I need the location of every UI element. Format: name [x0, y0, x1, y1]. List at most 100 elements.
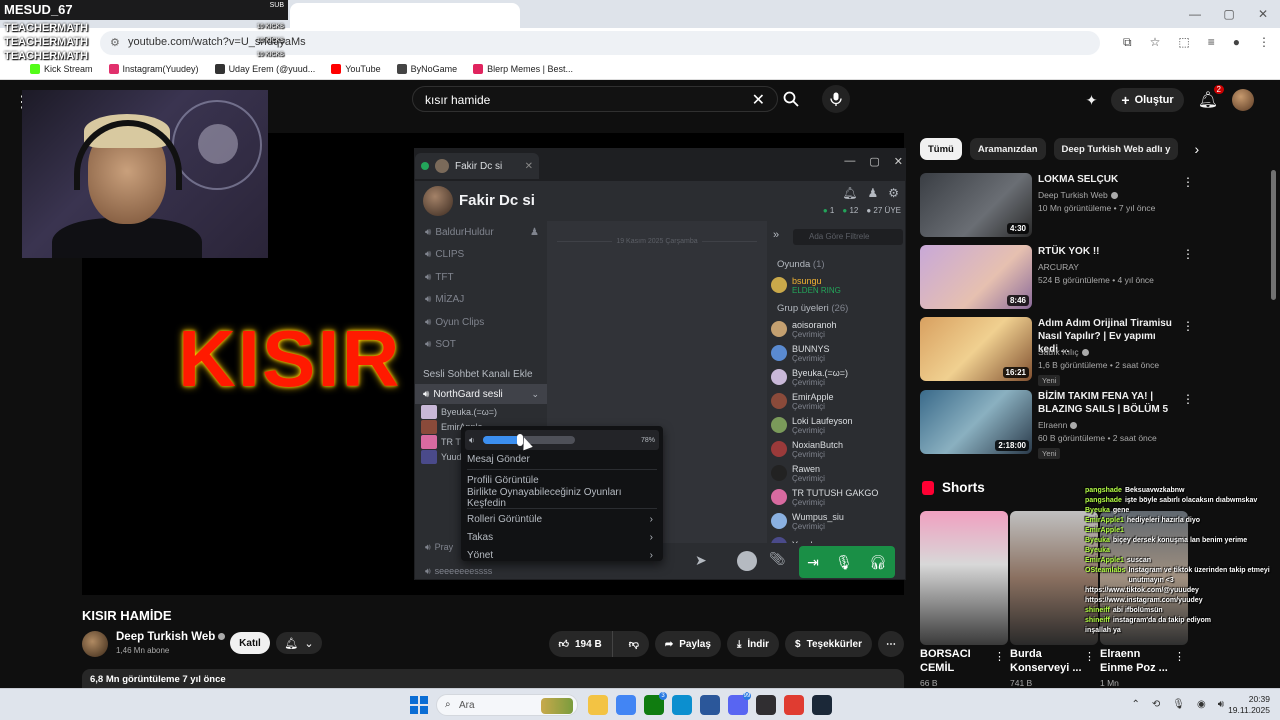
- recommendation-channel[interactable]: Elraenn: [1038, 420, 1078, 430]
- bookmark-item[interactable]: YouTube: [331, 63, 381, 74]
- more-actions-button[interactable]: ⋯: [878, 631, 904, 657]
- notification-bell-icon[interactable]: 🔔︎: [842, 186, 857, 200]
- short-thumbnail[interactable]: [920, 511, 1008, 645]
- channel-item[interactable]: 🔊︎ BaldurHuldur ♟: [415, 221, 547, 244]
- minimize-icon[interactable]: —: [844, 155, 855, 168]
- context-menu-item[interactable]: Takas ›: [465, 528, 659, 546]
- video-thumbnail[interactable]: 4:30: [920, 173, 1032, 237]
- channel-name[interactable]: Deep Turkish Web: [116, 631, 226, 643]
- studio-icon[interactable]: ✦: [1086, 92, 1098, 109]
- member-row[interactable]: Rawen Çevrimiçi: [767, 461, 905, 485]
- short-title[interactable]: BORSACI CEMİL: [920, 647, 992, 675]
- join-button[interactable]: Katıl: [230, 632, 270, 654]
- voice-user[interactable]: Byeuka.(=ω=): [415, 404, 547, 419]
- discord-tab[interactable]: Fakir Dc si ✕: [415, 153, 539, 179]
- invite-icon[interactable]: ♟: [867, 186, 878, 200]
- member-row[interactable]: Wumpus_siu Çevrimiçi: [767, 509, 905, 533]
- subscription-bell-button[interactable]: 🔔︎ ⌄: [276, 632, 322, 654]
- video-thumbnail[interactable]: 2:18:00: [920, 390, 1032, 454]
- maximize-icon[interactable]: ▢: [869, 155, 879, 168]
- tray-chevron-icon[interactable]: ⌃: [1131, 699, 1139, 710]
- member-row[interactable]: Loki Laufeyson Çevrimiçi: [767, 413, 905, 437]
- file-explorer-icon[interactable]: [588, 695, 608, 715]
- active-voice-channel[interactable]: 🔊︎ NorthGard sesli ⌄: [415, 384, 547, 404]
- page-scrollbar[interactable]: [1271, 170, 1276, 300]
- member-row[interactable]: aoisoranoh Çevrimiçi: [767, 317, 905, 341]
- member-row[interactable]: EmirApple Çevrimiçi: [767, 389, 905, 413]
- search-button[interactable]: [778, 86, 804, 112]
- channel-item[interactable]: 🔊︎ CLIPS: [415, 244, 547, 267]
- disconnect-icon[interactable]: ⇥: [807, 554, 819, 571]
- filter-chip[interactable]: Deep Turkish Web adlı y: [1053, 138, 1179, 160]
- member-row[interactable]: bsungu ELDEN RING: [767, 273, 905, 297]
- attachment-icon[interactable]: 📎︎: [769, 551, 786, 571]
- more-vertical-icon[interactable]: ⋮: [1084, 650, 1095, 663]
- more-vertical-icon[interactable]: ⋮: [1174, 650, 1185, 663]
- recommendation-channel[interactable]: ARCURAY: [1038, 262, 1079, 272]
- volume-icon[interactable]: 🔊︎: [1218, 699, 1224, 710]
- short-title[interactable]: Burda Konserveyi ...: [1010, 647, 1082, 675]
- chevron-right-icon[interactable]: ›: [1194, 141, 1199, 157]
- more-vertical-icon[interactable]: ⋮: [1182, 392, 1194, 406]
- server-name[interactable]: Fakir Dc si: [459, 192, 535, 209]
- more-vertical-icon[interactable]: ⋮: [1182, 175, 1194, 189]
- close-icon[interactable]: ✕: [894, 155, 903, 168]
- dislike-button[interactable]: 👎︎: [619, 638, 649, 650]
- member-row[interactable]: TR TUTUSH GAKGO Çevrimiçi: [767, 485, 905, 509]
- settings-gear-icon[interactable]: ⚙: [888, 186, 899, 200]
- description-box[interactable]: 6,8 Mn görüntüleme 7 yıl önce: [82, 669, 904, 688]
- taskbar-clock[interactable]: 20:39 19.11.2025: [1228, 694, 1270, 716]
- member-row[interactable]: NoxianButch Çevrimiçi: [767, 437, 905, 461]
- channel-item[interactable]: 🔊︎ SOT: [415, 334, 547, 357]
- start-button[interactable]: [410, 696, 428, 714]
- close-icon[interactable]: ✕: [1246, 0, 1280, 28]
- more-vertical-icon[interactable]: ⋮: [1182, 247, 1194, 261]
- bookmark-item[interactable]: Instagram(Yuudey): [108, 63, 199, 74]
- thanks-button[interactable]: $ Teşekkürler: [785, 631, 872, 657]
- bookmark-item[interactable]: ByNoGame: [396, 63, 457, 74]
- close-tab-icon[interactable]: ✕: [525, 161, 533, 172]
- channel-item[interactable]: 🔊︎ MİZAJ: [415, 289, 547, 312]
- obs-icon[interactable]: [756, 695, 776, 715]
- network-icon[interactable]: ⟲: [1152, 699, 1160, 710]
- profile-icon[interactable]: ●: [1233, 35, 1240, 50]
- minimize-icon[interactable]: —: [1178, 0, 1212, 28]
- channel-avatar[interactable]: [82, 631, 108, 657]
- edge-icon[interactable]: [672, 695, 692, 715]
- channel-item[interactable]: 🔊︎ Oyun Clips: [415, 311, 547, 334]
- channel-item[interactable]: 🔊︎ TFT: [415, 266, 547, 289]
- context-menu-item[interactable]: Birlikte Oynayabileceğiniz Oyunları Keşf…: [465, 487, 659, 509]
- video-thumbnail[interactable]: 8:46: [920, 245, 1032, 309]
- bookmark-item[interactable]: Blerp Memes | Best...: [473, 63, 573, 74]
- short-title[interactable]: Elraenn Einme Poz ...: [1100, 647, 1172, 675]
- voice-search-button[interactable]: [822, 85, 850, 113]
- taskbar-search[interactable]: ⌕ Ara: [436, 694, 578, 716]
- recommendation-item[interactable]: 4:30 LOKMA SELÇUK Deep Turkish Web 10 Mn gö…: [920, 173, 1194, 237]
- recommendation-item[interactable]: 8:46 RTÜK YOK !! ARCURAY 524 B görüntüleme …: [920, 245, 1194, 309]
- media-player-icon[interactable]: [784, 695, 804, 715]
- account-avatar[interactable]: [1232, 89, 1254, 111]
- like-button[interactable]: 👍︎ 194 B: [549, 631, 613, 657]
- collapse-members-icon[interactable]: »: [773, 229, 779, 241]
- recommendation-title[interactable]: BİZİM TAKIM FENA YA! | BLAZING SAILS | B…: [1038, 390, 1178, 416]
- menu-kebab-icon[interactable]: ⋮: [1258, 35, 1270, 50]
- recommendation-item[interactable]: 16:21 Adım Adım Orijinal Tiramisu Nasıl Y…: [920, 317, 1194, 386]
- discord-icon[interactable]: 99: [728, 692, 751, 715]
- chrome-icon[interactable]: [616, 695, 636, 715]
- wifi-icon[interactable]: ◉: [1197, 699, 1206, 710]
- share-button[interactable]: ➦ Paylaş: [654, 631, 721, 657]
- chevron-down-icon[interactable]: ⌄: [531, 389, 539, 400]
- clear-search-icon[interactable]: ✕: [752, 90, 765, 110]
- xbox-icon[interactable]: 3: [644, 692, 667, 715]
- more-vertical-icon[interactable]: ⋮: [1182, 319, 1194, 333]
- add-voice-channel[interactable]: Sesli Sohbet Kanalı Ekle: [415, 364, 547, 384]
- microphone-icon[interactable]: 🎙︎: [835, 554, 853, 571]
- restore-icon[interactable]: ▢: [1212, 0, 1246, 28]
- create-button[interactable]: + Oluştur: [1111, 88, 1184, 112]
- search-input[interactable]: kısır hamide ✕: [412, 86, 778, 112]
- recommendation-channel[interactable]: Deep Turkish Web: [1038, 190, 1118, 200]
- recommendation-title[interactable]: RTÜK YOK !!: [1038, 245, 1178, 258]
- recommendation-item[interactable]: 2:18:00 BİZİM TAKIM FENA YA! | BLAZING SA…: [920, 390, 1194, 459]
- browser-tab-active[interactable]: [290, 3, 520, 28]
- bookmark-star-icon[interactable]: ☆: [1150, 35, 1161, 50]
